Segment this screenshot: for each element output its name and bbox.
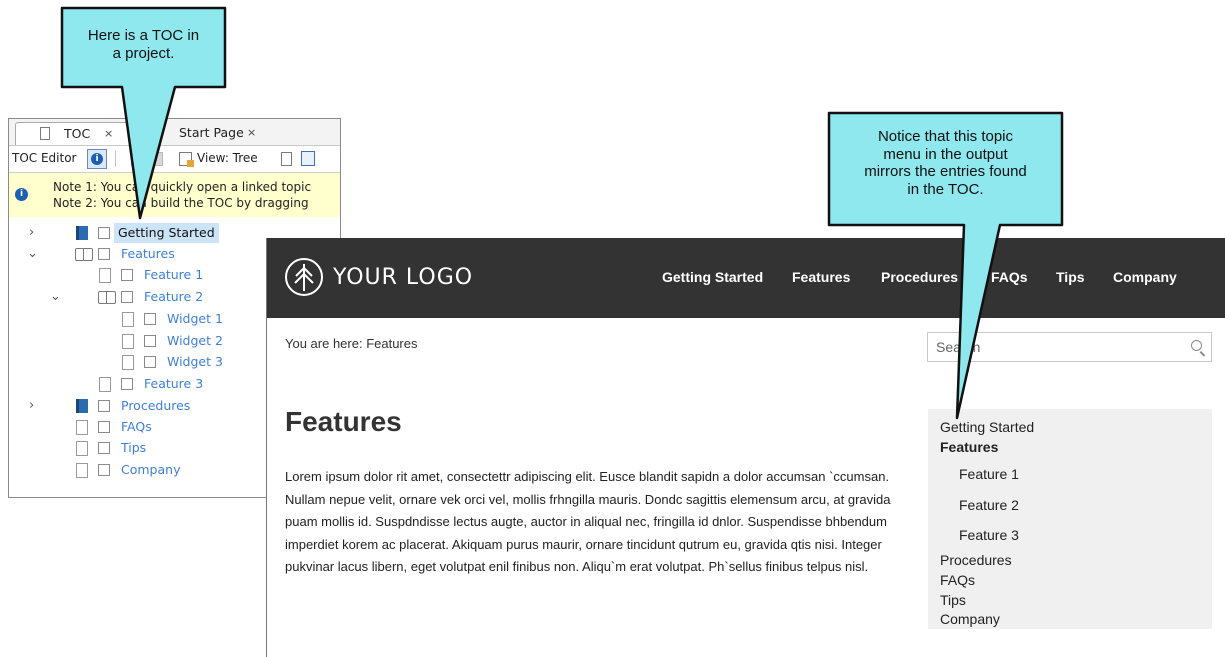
document-icon[interactable] [281, 152, 292, 166]
checkbox-icon[interactable] [144, 313, 156, 325]
tree-item-label: Tips [121, 440, 147, 455]
checkbox-icon[interactable] [98, 421, 110, 433]
tree-item-label: Feature 2 [144, 289, 204, 304]
checkbox-icon[interactable] [98, 400, 110, 412]
close-icon[interactable]: × [104, 123, 113, 145]
checkbox-icon[interactable] [98, 248, 110, 260]
tree-item-label: Company [121, 462, 181, 477]
tab-start-page[interactable]: Start Page × [137, 122, 287, 144]
toolbar-button-icon[interactable] [151, 152, 163, 166]
page-title: Features [285, 406, 402, 437]
document-icon [40, 127, 50, 140]
side-menu-item-company[interactable]: Company [940, 611, 1000, 627]
checkbox-icon[interactable] [121, 291, 133, 303]
callout-left-text: Here is a TOC in a project. [62, 27, 225, 62]
side-menu-item-feature-2[interactable]: Feature 2 [959, 497, 1019, 513]
logo-text[interactable]: YOUR LOGO [333, 265, 473, 290]
tree-item-label: Feature 1 [144, 267, 204, 282]
tree-item-label: Widget 1 [167, 311, 223, 326]
side-menu-item-getting-started[interactable]: Getting Started [940, 419, 1034, 435]
callout-line: in the TOC. [907, 180, 984, 198]
search-input[interactable] [936, 339, 1166, 355]
checkbox-icon[interactable] [98, 464, 110, 476]
side-menu-item-tips[interactable]: Tips [940, 592, 966, 608]
tab-toc[interactable]: TOC × [15, 122, 135, 145]
view-tree-icon[interactable] [179, 152, 194, 167]
callout-line: a project. [112, 44, 175, 62]
toolbar-divider [115, 151, 116, 167]
search-box [927, 332, 1212, 362]
tree-item-label: Procedures [121, 398, 191, 413]
tab-label: TOC [64, 126, 91, 141]
topic-side-menu: Getting Started Features Feature 1 Featu… [928, 409, 1212, 629]
side-menu-item-features[interactable]: Features [940, 439, 998, 455]
tree-item-label: Widget 2 [167, 333, 223, 348]
toc-toolbar: TOC Editor i View: Tree [9, 146, 340, 173]
book-open-icon [98, 291, 116, 304]
info-button[interactable]: i [87, 149, 107, 169]
tab-strip: TOC × Start Page × [9, 119, 340, 146]
tree-item-label: Getting Started [114, 223, 219, 243]
checkbox-icon[interactable] [98, 227, 110, 239]
nav-item-features[interactable]: Features [792, 269, 850, 285]
page-icon [76, 420, 88, 435]
chevron-right-icon[interactable]: › [29, 223, 34, 243]
callout-line: menu in the output [883, 145, 1008, 163]
checkbox-icon[interactable] [121, 269, 133, 281]
nav-item-procedures[interactable]: Procedures [881, 269, 958, 285]
search-icon[interactable] [1191, 340, 1202, 351]
logo-tree-icon[interactable] [284, 257, 324, 297]
side-menu-item-faqs[interactable]: FAQs [940, 572, 975, 588]
callout-line: Notice that this topic [877, 128, 1014, 145]
tree-item-label: Feature 3 [144, 376, 204, 391]
add-entry-icon[interactable] [301, 151, 315, 166]
page-icon [76, 441, 88, 456]
nav-item-company[interactable]: Company [1113, 269, 1177, 285]
page-icon [122, 334, 134, 349]
breadcrumb: You are here: Features [285, 336, 418, 351]
checkbox-icon[interactable] [144, 335, 156, 347]
tree-item-label: Features [121, 246, 175, 261]
page-icon [122, 355, 134, 370]
side-menu-item-feature-3[interactable]: Feature 3 [959, 527, 1019, 543]
nav-item-getting-started[interactable]: Getting Started [662, 269, 763, 285]
close-icon[interactable]: × [247, 122, 256, 144]
info-icon: i [91, 153, 103, 165]
page-icon [76, 463, 88, 478]
chevron-right-icon[interactable]: › [29, 396, 34, 416]
tree-item-label: Widget 3 [167, 354, 223, 369]
checkbox-icon[interactable] [121, 378, 133, 390]
checkbox-icon[interactable] [98, 442, 110, 454]
tab-label: Start Page [179, 125, 244, 140]
page-icon [99, 377, 111, 392]
toolbar-button-icon[interactable] [131, 152, 143, 166]
view-mode-dropdown[interactable]: View: Tree [197, 151, 258, 165]
toolbar-editor-label: TOC Editor [12, 151, 77, 165]
note-line: Note 1: You can quickly open a linked to… [53, 180, 312, 194]
nav-item-tips[interactable]: Tips [1056, 269, 1085, 285]
site-header: YOUR LOGO Getting Started Features Proce… [267, 238, 1225, 318]
callout-line: Here is a TOC in [87, 27, 200, 44]
info-icon: i [15, 188, 28, 201]
book-closed-icon [76, 226, 88, 240]
nav-item-faqs[interactable]: FAQs [991, 269, 1028, 285]
book-closed-icon [76, 399, 88, 413]
side-menu-item-feature-1[interactable]: Feature 1 [959, 466, 1019, 482]
page-icon [99, 268, 111, 283]
note-bar: i Note 1: You can quickly open a linked … [9, 173, 340, 217]
side-menu-item-procedures[interactable]: Procedures [940, 552, 1012, 568]
book-open-icon [75, 248, 93, 261]
body-text: Lorem ipsum dolor rit amet, consectettr … [285, 469, 891, 574]
tree-item-label: FAQs [121, 419, 152, 434]
checkbox-icon[interactable] [144, 356, 156, 368]
callout-right-text: Notice that this topic menu in the outpu… [829, 128, 1062, 198]
website-output: YOUR LOGO Getting Started Features Proce… [266, 238, 1225, 657]
chevron-down-icon[interactable]: ⌄ [50, 287, 61, 307]
chevron-down-icon[interactable]: ⌄ [27, 244, 38, 264]
note-line: Note 2: You can build the TOC by draggin… [53, 196, 309, 210]
callout-line: mirrors the entries found [864, 163, 1027, 180]
page-icon [122, 312, 134, 327]
